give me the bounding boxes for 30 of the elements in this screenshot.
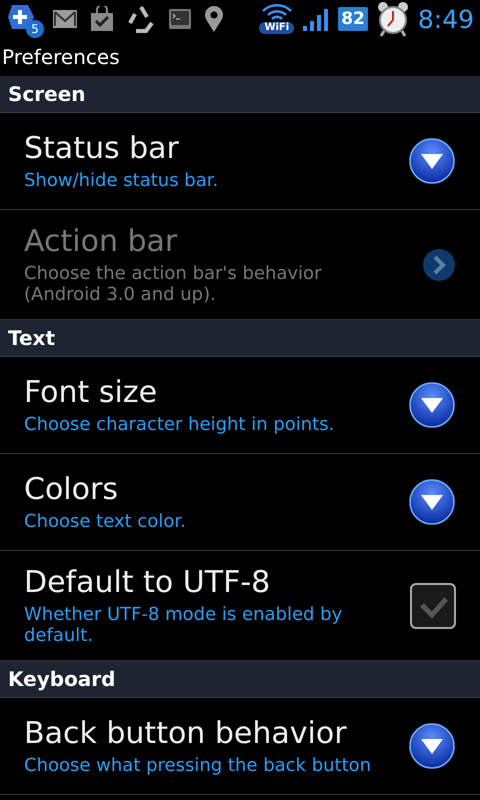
preference-title: Colors [24, 472, 119, 507]
preference-title: Back button behavior [24, 716, 348, 751]
preference-summary: Choose text color. [24, 511, 186, 532]
preference-summary: Choose what pressing the back button [24, 755, 372, 776]
preference-summary: Show/hide status bar. [24, 170, 218, 191]
preference-item[interactable]: Status bar Show/hide status bar. [0, 113, 480, 210]
preference-item[interactable]: Colors Choose text color. [0, 454, 480, 551]
battery-level: 82 [338, 7, 368, 31]
clock-time: 8:49 [418, 4, 474, 34]
category-header: Keyboard [0, 661, 480, 698]
shopping-bag-icon [90, 6, 114, 32]
signal-icon [302, 6, 330, 32]
preference-item[interactable]: Font size Choose character height in points. [0, 357, 480, 454]
notification-badge: 5 [26, 20, 44, 38]
preference-summary: Choose character height in points. [24, 414, 334, 435]
screen-title: Preferences [1, 44, 121, 71]
terminal-icon [168, 8, 192, 30]
category-header: Screen [0, 76, 480, 113]
mail-icon [52, 9, 78, 29]
location-pin-icon [204, 5, 224, 33]
preference-item[interactable]: Back button behavior Choose what pressing the back button [0, 698, 480, 795]
preference-title: Font size [24, 375, 158, 410]
preference-summary: Choose the action bar's behavior (Android 3.0 and up). [24, 263, 322, 305]
alarm-clock-icon [376, 1, 410, 37]
preference-title: Status bar [24, 131, 180, 166]
category-header: Text [0, 320, 480, 357]
preference-summary: Whether UTF-8 mode is enabled by default. [24, 604, 344, 646]
preference-title: Default to UTF-8 [24, 565, 272, 600]
checkbox[interactable] [410, 582, 456, 628]
preference-title: Action bar [24, 224, 178, 259]
